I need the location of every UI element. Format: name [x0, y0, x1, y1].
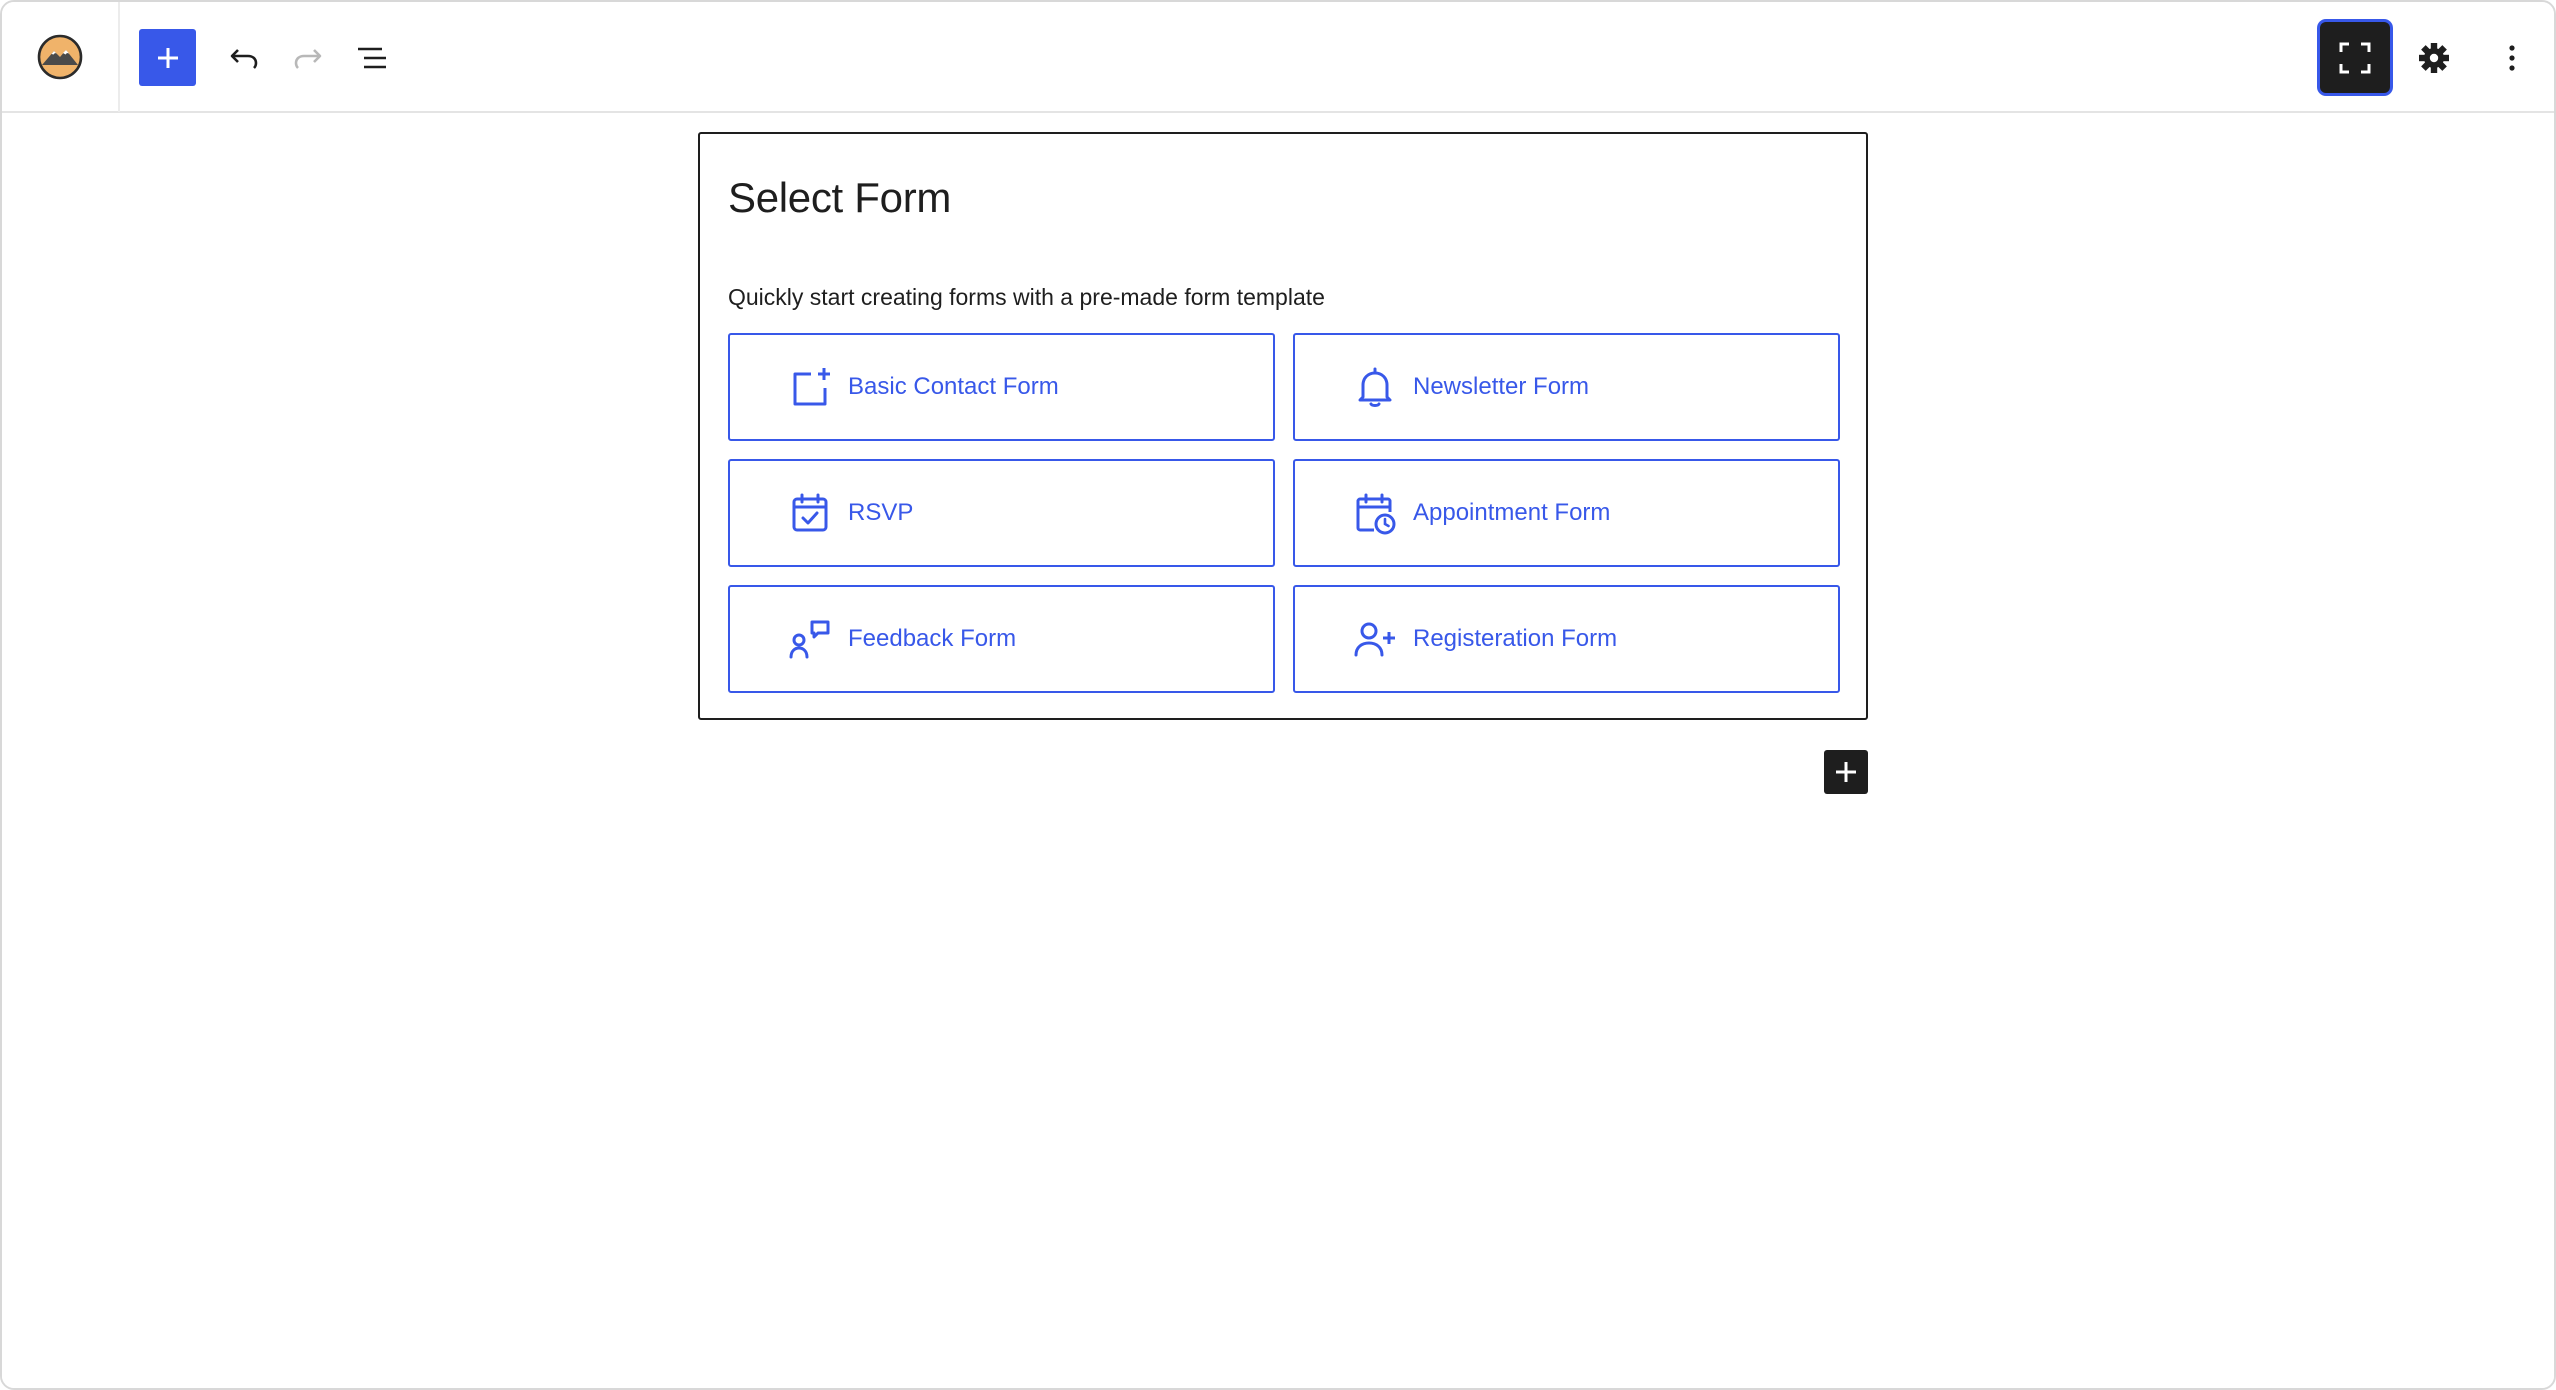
list-view-button[interactable] [348, 34, 396, 82]
form-template-block[interactable]: Select Form Quickly start creating forms… [698, 132, 1868, 720]
template-label: Basic Contact Form [848, 373, 1059, 400]
options-menu-button[interactable] [2488, 34, 2536, 82]
user-add-icon [1351, 615, 1399, 663]
block-title: Select Form [728, 174, 952, 221]
editor-window: Select Form Quickly start creating forms… [0, 0, 2556, 1390]
template-rsvp-button[interactable]: RSVP [728, 459, 1275, 567]
block-subtitle: Quickly start creating forms with a pre-… [728, 284, 1325, 310]
calendar-clock-icon [1351, 489, 1399, 537]
fullscreen-toggle-button[interactable] [2320, 22, 2390, 93]
plus-icon [157, 47, 178, 68]
template-appointment-form-button[interactable]: Appointment Form [1293, 459, 1840, 567]
template-feedback-form-button[interactable]: Feedback Form [728, 585, 1275, 693]
template-label: Newsletter Form [1413, 373, 1590, 400]
template-label: Registeration Form [1413, 625, 1618, 652]
calendar-check-icon [786, 489, 834, 537]
template-basic-contact-form-button[interactable]: Basic Contact Form [728, 333, 1275, 441]
editor-canvas: Select Form Quickly start creating forms… [2, 113, 2554, 1388]
more-vertical-icon [2509, 45, 2515, 71]
editor-header [2, 2, 2554, 113]
template-registeration-form-button[interactable]: Registeration Form [1293, 585, 1840, 693]
settings-button[interactable] [2410, 34, 2458, 82]
form-add-icon [786, 363, 834, 411]
bell-icon [1351, 363, 1399, 411]
list-view-icon [358, 47, 386, 69]
template-label: RSVP [848, 499, 914, 526]
block-inserter-button[interactable] [139, 29, 196, 86]
fullscreen-icon [2339, 42, 2371, 73]
redo-icon [294, 49, 322, 69]
plus-icon [1836, 762, 1856, 782]
undo-icon [230, 49, 258, 69]
template-newsletter-form-button[interactable]: Newsletter Form [1293, 333, 1840, 441]
redo-button[interactable] [284, 34, 332, 82]
mountain-logo-icon [37, 34, 83, 80]
add-block-button[interactable] [1824, 750, 1868, 794]
template-label: Feedback Form [848, 625, 1017, 652]
template-label: Appointment Form [1413, 499, 1611, 526]
site-logo-button[interactable] [2, 2, 120, 112]
gear-icon [2419, 43, 2449, 73]
feedback-icon [786, 615, 834, 663]
undo-button[interactable] [220, 34, 268, 82]
